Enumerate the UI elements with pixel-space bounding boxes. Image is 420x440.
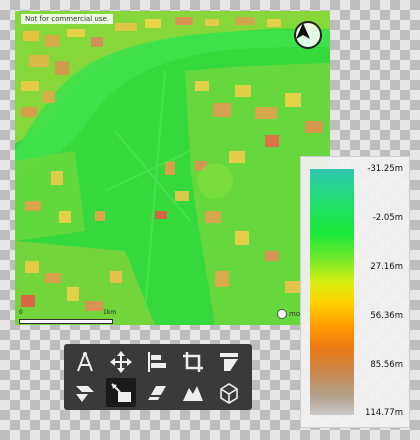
measure-tool[interactable] <box>70 347 100 376</box>
legend-label: -31.25m <box>367 164 403 174</box>
tool-palette <box>64 344 252 410</box>
north-arrow-icon[interactable] <box>294 21 322 49</box>
terrain-icon <box>183 385 203 401</box>
legend-label: 56.36m <box>370 311 403 321</box>
attribution-text: mo <box>289 310 301 318</box>
align-tool[interactable] <box>142 347 172 376</box>
path-tool[interactable] <box>142 378 172 407</box>
cube-icon <box>220 382 238 404</box>
slope-icon <box>220 352 238 371</box>
slope-tool[interactable] <box>214 347 244 376</box>
select-area-icon <box>111 382 131 402</box>
scale-bar-line <box>19 319 113 324</box>
legend-label: 27.16m <box>370 262 403 272</box>
terrain-tool[interactable] <box>178 378 208 407</box>
legend-label: 114.77m <box>364 408 403 418</box>
cube-tool[interactable] <box>214 378 244 407</box>
scale-end-label: 1km <box>103 309 117 316</box>
license-notice: Not for commercial use. <box>21 14 114 24</box>
provider-logo-icon <box>277 309 287 319</box>
height-map[interactable]: Not for commercial use. 0 1km mo <box>15 11 330 325</box>
compass-measure-icon <box>77 351 93 371</box>
move-arrows-icon <box>110 350 132 373</box>
move-tool[interactable] <box>106 347 136 376</box>
scale-start-label: 0 <box>19 309 23 316</box>
crop-tool[interactable] <box>178 347 208 376</box>
select-area-tool[interactable] <box>106 378 136 407</box>
flip-icon <box>76 385 94 402</box>
align-left-icon <box>148 351 166 372</box>
crop-icon <box>183 351 203 372</box>
legend-label: 85.56m <box>370 360 403 370</box>
map-canvas <box>15 11 330 325</box>
legend-label: -2.05m <box>372 213 403 223</box>
elevation-legend: -31.25m -2.05m 27.16m 56.36m 85.56m 114.… <box>300 156 410 428</box>
scale-bar: 0 1km <box>19 309 129 324</box>
path-arrow-icon <box>148 385 166 400</box>
flip-tool[interactable] <box>70 378 100 407</box>
color-ramp <box>310 169 354 415</box>
